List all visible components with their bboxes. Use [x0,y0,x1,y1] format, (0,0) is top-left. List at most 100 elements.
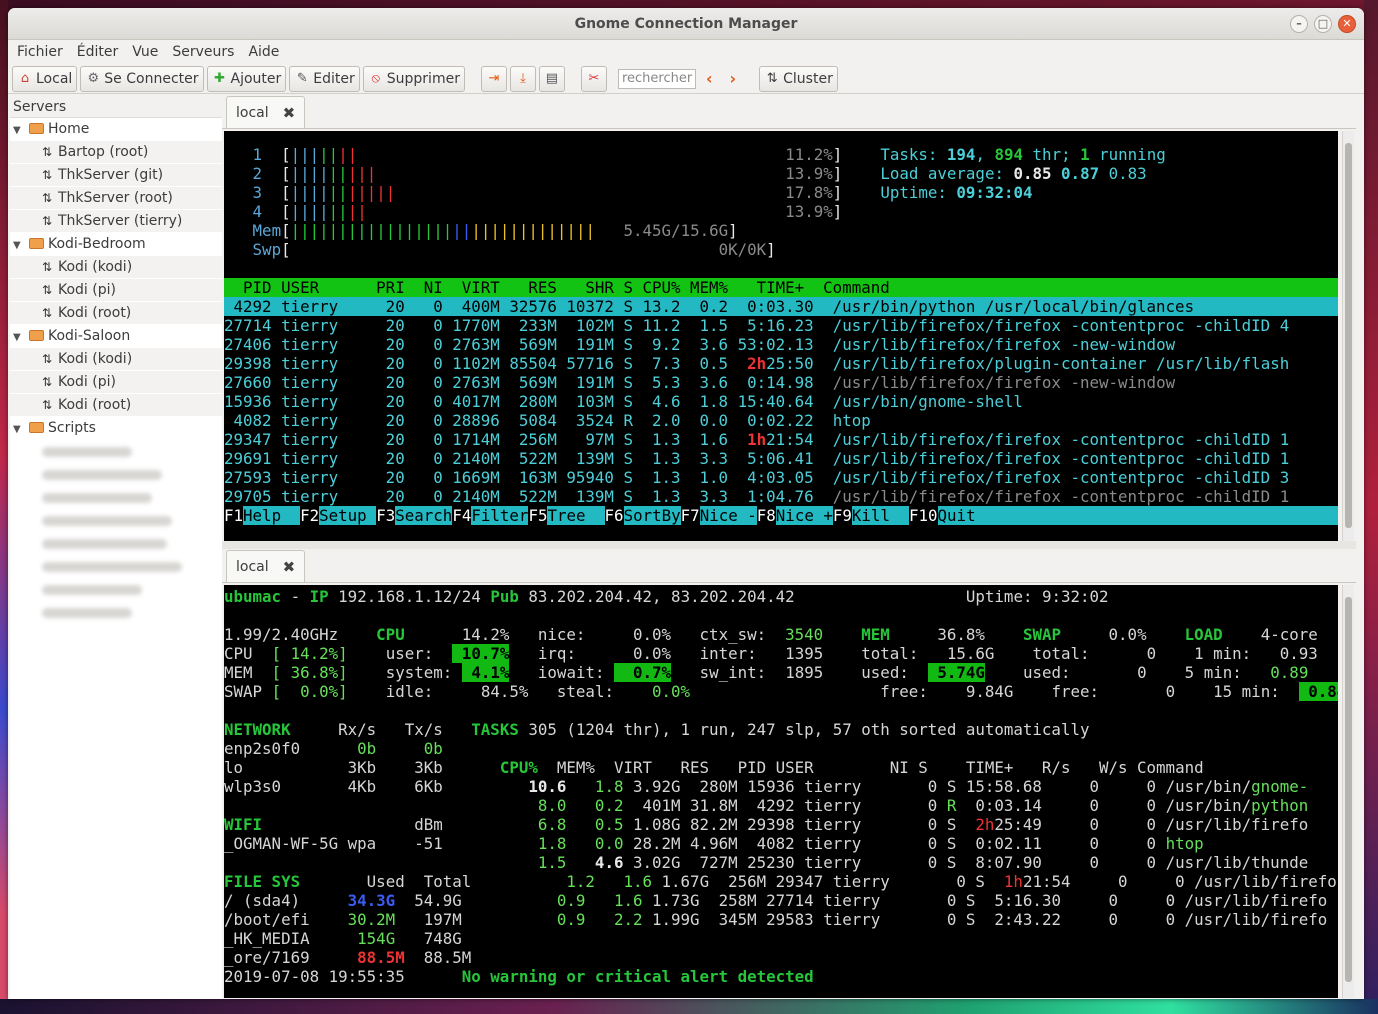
hidden-host-item[interactable] [10,486,222,509]
process-row-selected[interactable]: 4292 tierry 20 0 400M 32576 10372 S 13.2… [224,297,1338,316]
process-row[interactable]: 27593 tierry 20 0 1669M 163M 95940 S 1.3… [224,468,1338,487]
connection-icon: ⇅ [42,214,53,228]
host-item[interactable]: ⇅ ThkServer (git) [10,164,222,187]
host-item[interactable]: ⇅ Kodi (pi) [10,371,222,394]
glances-terminal[interactable]: ubumac - IP 192.168.1.12/24 Pub 83.202.2… [224,585,1338,998]
process-row[interactable]: 29347 tierry 20 0 1714M 256M 97M S 1.3 1… [224,430,1338,449]
glances-process-row[interactable]: wlp3s0 4Kb 6Kb 10.6 1.8 3.92G 280M 15936… [224,777,1338,796]
process-table-header[interactable]: PID USER PRI NI VIRT RES SHR S CPU% MEM%… [224,278,1338,297]
minimize-icon[interactable]: – [1290,15,1308,33]
expander-icon[interactable]: ▼ [13,119,27,142]
fkey-f9[interactable]: F9 [833,506,852,525]
host-item[interactable]: ⇅ Kodi (root) [10,394,222,417]
connection-icon: ⇅ [42,375,53,389]
host-item[interactable]: ⇅ Kodi (kodi) [10,256,222,279]
cpu-meter: 2 [||||||||| 13.9%] Load average: 0.85 0… [252,164,1147,183]
glances-process-row[interactable]: 1.5 4.6 3.02G 727M 25230 tierry 0 S 8:07… [224,853,1338,872]
function-key-bar: F1Help F2Setup F3SearchF4FilterF5Tree F6… [224,506,1338,525]
menu-serveurs[interactable]: Serveurs [167,44,239,60]
scrollbar-bottom[interactable] [1342,585,1354,998]
search-input[interactable]: rechercher [617,68,696,89]
host-item[interactable]: ⇅ Bartop (root) [10,141,222,164]
tab-local-top[interactable]: local ✖ [226,96,306,128]
title-bar: Gnome Connection Manager – □ ✕ [8,8,1364,40]
process-row[interactable]: 15936 tierry 20 0 4017M 280M 103M S 4.6 … [224,392,1338,411]
process-row[interactable]: 29691 tierry 20 0 2140M 522M 139M S 1.3 … [224,449,1338,468]
connect-button[interactable]: ⚙ Se Connecter [80,65,204,92]
delete-button[interactable]: ⦸ Supprimer [362,65,465,92]
fkey-f10[interactable]: F10 [909,506,938,525]
process-row[interactable]: 27406 tierry 20 0 2763M 569M 191M S 9.2 … [224,335,1338,354]
host-item[interactable]: ⇅ Kodi (root) [10,302,222,325]
close-tab-icon[interactable]: ✖ [283,104,296,122]
fkey-f4[interactable]: F4 [452,506,471,525]
fkey-f3[interactable]: F3 [376,506,395,525]
hidden-host-item[interactable] [10,509,222,532]
process-row[interactable]: 27660 tierry 20 0 2763M 569M 191M S 5.3 … [224,373,1338,392]
expander-icon[interactable]: ▼ [13,418,27,441]
close-icon[interactable]: ✕ [1338,15,1356,33]
fkey-f6[interactable]: F6 [605,506,624,525]
fkey-f2[interactable]: F2 [300,506,319,525]
hidden-host-item[interactable] [10,440,222,463]
cluster-button[interactable]: ⇅ Cluster [759,65,838,92]
host-item[interactable]: ⇅ ThkServer (tierry) [10,210,222,233]
glances-header: ubumac - IP 192.168.1.12/24 Pub 83.202.2… [224,587,1109,606]
scrollbar-top[interactable] [1342,131,1354,541]
htop-terminal[interactable]: 1 [||||||| 11.2%] Tasks: 194, 894 thr; 1… [224,131,1338,541]
fkey-f8[interactable]: F8 [757,506,776,525]
group-kodi-saloon[interactable]: ▼ Kodi-Saloon [10,325,222,348]
hidden-host-item[interactable] [10,578,222,601]
process-row[interactable]: 4082 tierry 20 0 28896 5084 3524 R 2.0 0… [224,411,1338,430]
hidden-host-item[interactable] [10,532,222,555]
servers-header: Servers [10,96,222,118]
swap-meter: Swp[ 0K/0K] [252,240,776,259]
menu-aide[interactable]: Aide [243,44,284,60]
tab-local-bottom[interactable]: local ✖ [226,550,306,582]
connection-icon: ⇅ [42,168,53,182]
search-next-icon[interactable]: › [723,69,744,88]
group-home[interactable]: ▼ Home [10,118,222,141]
mem-meter: Mem[|||||||||||||||||||||||||||||||| 5.4… [252,221,738,240]
cpu-meter: 1 [||||||| 11.2%] Tasks: 194, 894 thr; 1… [252,145,1166,164]
host-item[interactable]: ⇅ ThkServer (root) [10,187,222,210]
glances-process-row[interactable]: _OGMAN-WF-5G wpa -51 1.8 0.0 28.2M 4.96M… [224,834,1338,853]
group-scripts[interactable]: ▼ Scripts [10,417,222,440]
glances-process-row[interactable]: 8.0 0.2 401M 31.8M 4292 tierry 0 R 0:03.… [224,796,1338,815]
unsplit-button[interactable]: ▤ [538,65,565,92]
menu-fichier[interactable]: Fichier [12,44,68,60]
fkey-f7[interactable]: F7 [681,506,700,525]
host-item[interactable]: ⇅ Kodi (pi) [10,279,222,302]
close-tab-icon[interactable]: ✖ [283,558,296,576]
process-row[interactable]: 29398 tierry 20 0 1102M 85504 57716 S 7.… [224,354,1338,373]
local-button[interactable]: ⌂ Local [12,65,78,92]
terminal-pane-bottom: local ✖ ubumac - IP 192.168.1.12/24 Pub 8… [222,549,1356,999]
glances-process-row[interactable]: FILE SYS Used Total 1.2 1.6 1.67G 256M 2… [224,872,1338,891]
menu-editer[interactable]: Éditer [72,44,123,60]
process-row[interactable]: 29705 tierry 20 0 2140M 522M 139M S 1.3 … [224,487,1338,506]
group-kodi-bedroom[interactable]: ▼ Kodi-Bedroom [10,233,222,256]
add-button[interactable]: ✚ Ajouter [206,65,287,92]
split-horizontal-button[interactable]: ⇥ [480,65,507,92]
maximize-icon[interactable]: □ [1314,15,1332,33]
expander-icon[interactable]: ▼ [13,326,27,349]
edit-button[interactable]: ✎ Editer [289,65,360,92]
connection-icon: ⇅ [42,145,53,159]
fkey-f5[interactable]: F5 [528,506,547,525]
process-row[interactable]: 27714 tierry 20 0 1770M 233M 102M S 11.2… [224,316,1338,335]
hidden-host-item[interactable] [10,555,222,578]
settings-button[interactable]: ✂ [580,65,607,92]
split-vertical-button[interactable]: ⤓ [509,65,536,92]
hidden-host-item[interactable] [10,601,222,624]
connection-icon: ⇅ [42,398,53,412]
expander-icon[interactable]: ▼ [13,234,27,257]
glances-process-row[interactable]: /boot/efi 30.2M 197M 0.9 2.2 1.99G 345M … [224,910,1338,929]
menu-vue[interactable]: Vue [127,44,163,60]
glances-process-row[interactable]: WIFI dBm 6.8 0.5 1.08G 82.2M 29398 tierr… [224,815,1338,834]
glances-process-row[interactable]: / (sda4) 34.3G 54.9G 0.9 1.6 1.73G 258M … [224,891,1338,910]
pane-splitter[interactable] [222,541,1356,549]
hidden-host-item[interactable] [10,463,222,486]
host-item[interactable]: ⇅ Kodi (kodi) [10,348,222,371]
search-prev-icon[interactable]: ‹ [699,69,720,88]
fkey-f1[interactable]: F1 [224,506,243,525]
